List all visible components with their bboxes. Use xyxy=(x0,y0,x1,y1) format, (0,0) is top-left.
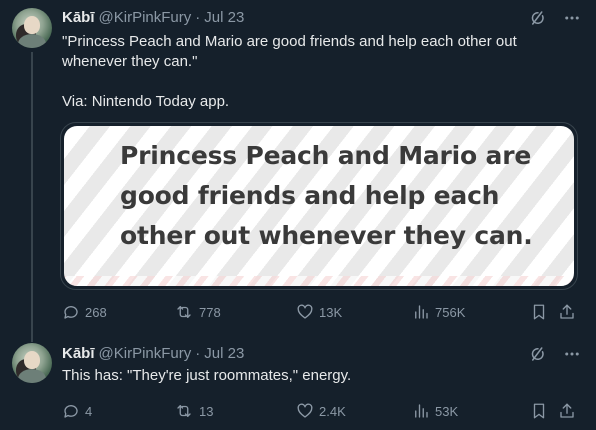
more-icon[interactable] xyxy=(562,8,582,28)
share-button[interactable] xyxy=(558,401,576,421)
tweet-actions: 268 778 13K 756K xyxy=(62,302,580,322)
tweet-media-image[interactable]: Princess Peach and Mario are good friend… xyxy=(60,122,578,290)
grok-icon[interactable] xyxy=(528,344,548,364)
author-name[interactable]: Kābī xyxy=(62,345,95,362)
tweet[interactable]: Kābī @KirPinkFury · Jul 23 This has: "Th… xyxy=(0,333,596,430)
views-icon xyxy=(412,303,430,321)
share-icon xyxy=(558,303,576,321)
bookmark-icon xyxy=(530,402,548,420)
views-button[interactable]: 53K xyxy=(412,401,458,421)
like-count: 13K xyxy=(319,304,343,320)
tweet-top-actions xyxy=(528,8,582,28)
heart-icon xyxy=(296,402,314,420)
media-card: Princess Peach and Mario are good friend… xyxy=(64,126,574,286)
tweet-date[interactable]: Jul 23 xyxy=(204,345,244,362)
tweet-text: "Princess Peach and Mario are good frien… xyxy=(62,33,517,110)
repost-icon xyxy=(174,303,194,321)
author-handle[interactable]: @KirPinkFury xyxy=(99,345,192,362)
tweet-header: Kābī @KirPinkFury · Jul 23 xyxy=(62,7,244,27)
reply-count: 4 xyxy=(85,403,93,419)
repost-button[interactable]: 13 xyxy=(174,401,213,421)
tweet-header: Kābī @KirPinkFury · Jul 23 xyxy=(62,343,244,363)
tweet-top-actions xyxy=(528,344,582,364)
bookmark-button[interactable] xyxy=(530,401,548,421)
repost-button[interactable]: 778 xyxy=(174,302,221,322)
reply-count: 268 xyxy=(85,304,107,320)
timeline: Kābī @KirPinkFury · Jul 23 "Princess Pea… xyxy=(0,0,596,430)
like-count: 2.4K xyxy=(319,403,346,419)
heart-icon xyxy=(296,303,314,321)
media-caption-text: Princess Peach and Mario are good friend… xyxy=(120,141,533,250)
repost-icon xyxy=(174,402,194,420)
author-name[interactable]: Kābī xyxy=(62,9,95,26)
bookmark-icon xyxy=(530,303,548,321)
separator-dot: · xyxy=(195,344,201,362)
bookmark-button[interactable] xyxy=(530,302,548,322)
author-handle[interactable]: @KirPinkFury xyxy=(99,9,192,26)
tweet-date[interactable]: Jul 23 xyxy=(204,9,244,26)
reply-button[interactable]: 4 xyxy=(62,401,92,421)
reply-button[interactable]: 268 xyxy=(62,302,107,322)
tweet[interactable]: Kābī @KirPinkFury · Jul 23 "Princess Pea… xyxy=(0,0,596,342)
views-button[interactable]: 756K xyxy=(412,302,465,322)
tweet-text: This has: "They're just roommates," ener… xyxy=(62,367,352,384)
tweet-actions: 4 13 2.4K 53K xyxy=(62,401,580,421)
share-button[interactable] xyxy=(558,302,576,322)
avatar[interactable] xyxy=(12,8,52,48)
views-count: 756K xyxy=(435,304,466,320)
reply-icon xyxy=(62,303,80,321)
like-button[interactable]: 13K xyxy=(296,302,342,322)
grok-icon[interactable] xyxy=(528,8,548,28)
thread-connector-line xyxy=(31,52,33,342)
share-icon xyxy=(558,402,576,420)
avatar[interactable] xyxy=(12,343,52,383)
repost-count: 13 xyxy=(199,403,214,419)
views-icon xyxy=(412,402,430,420)
reply-icon xyxy=(62,402,80,420)
like-button[interactable]: 2.4K xyxy=(296,401,346,421)
views-count: 53K xyxy=(435,403,459,419)
repost-count: 778 xyxy=(199,304,221,320)
more-icon[interactable] xyxy=(562,344,582,364)
separator-dot: · xyxy=(195,8,201,26)
